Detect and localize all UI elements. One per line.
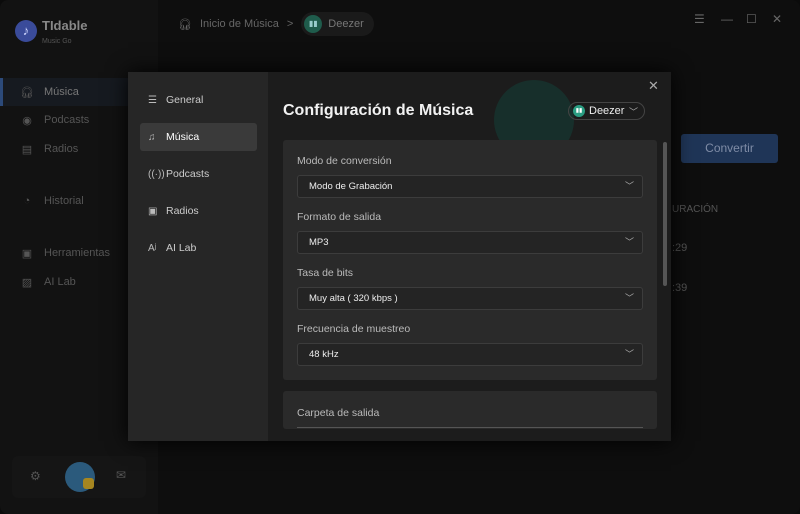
premium-badge-icon bbox=[83, 478, 94, 489]
field-label: Tasa de bits bbox=[297, 267, 354, 279]
chevron-down-icon: ﹀ bbox=[628, 106, 638, 117]
tab-label: Música bbox=[166, 131, 200, 143]
podcast-icon: ◉ bbox=[22, 114, 32, 127]
sidebar-footer: ⚙ ✉ bbox=[12, 456, 146, 498]
bitrate-select[interactable]: Muy alta ( 320 kbps ) ﹀ bbox=[297, 287, 643, 310]
output-folder-label: Carpeta de salida bbox=[297, 407, 380, 419]
headphones-icon: 🎧︎ bbox=[20, 86, 34, 99]
sidebar-item-label: Herramientas bbox=[44, 247, 111, 259]
output-folder-input[interactable] bbox=[297, 427, 643, 429]
music-settings-card: Modo de conversión Modo de Grabación ﹀ Fo… bbox=[283, 140, 657, 380]
sidebar-item-label: AI Lab bbox=[44, 276, 76, 288]
radio-icon: ▤ bbox=[21, 143, 33, 156]
settings-tab-radios[interactable]: ▣ Radios bbox=[140, 197, 257, 225]
convert-button[interactable]: Convertir bbox=[681, 134, 778, 163]
gear-icon[interactable]: ⚙ bbox=[30, 469, 41, 483]
select-value: Modo de Grabación bbox=[309, 181, 393, 192]
track-duration: :29 bbox=[672, 242, 688, 254]
podcast-icon: ((·)) bbox=[148, 168, 165, 180]
breadcrumb-separator: > bbox=[286, 18, 294, 30]
dialog-title: Configuración de Música bbox=[283, 102, 474, 119]
sample-rate-select[interactable]: 48 kHz ﹀ bbox=[297, 343, 643, 366]
breadcrumb-current-label: Deezer bbox=[328, 18, 364, 30]
select-value: Muy alta ( 320 kbps ) bbox=[309, 293, 398, 304]
settings-tab-podcasts[interactable]: ((·)) Podcasts bbox=[140, 160, 257, 188]
tab-label: Podcasts bbox=[166, 168, 210, 180]
select-value: 48 kHz bbox=[309, 349, 339, 360]
sidebar-item-label: Podcasts bbox=[44, 114, 90, 126]
settings-tab-general[interactable]: ☰ General bbox=[140, 86, 257, 114]
sliders-icon: ☰ bbox=[148, 94, 157, 106]
field-label: Frecuencia de muestreo bbox=[297, 323, 411, 335]
sidebar-item-label: Radios bbox=[44, 143, 79, 155]
track-duration: :39 bbox=[672, 282, 688, 294]
music-note-icon: ♫ bbox=[148, 131, 156, 143]
chevron-down-icon: ﹀ bbox=[624, 349, 634, 359]
tab-label: General bbox=[166, 94, 204, 106]
settings-tab-musica[interactable]: ♫ Música bbox=[140, 123, 257, 151]
image-icon: ▨ bbox=[21, 276, 33, 289]
app-window: ♪ TIdable Music Go 🎧︎ Música ◉ Podcasts ▤ R… bbox=[0, 0, 800, 514]
conversion-mode-select[interactable]: Modo de Grabación ﹀ bbox=[297, 175, 643, 198]
breadcrumb-current: ▮▮ Deezer bbox=[301, 12, 374, 36]
sidebar-item-label: Música bbox=[44, 86, 79, 98]
service-selector[interactable]: ▮▮ Deezer ﹀ bbox=[568, 102, 645, 120]
close-window-icon[interactable]: ✕ bbox=[772, 12, 782, 26]
deezer-icon: ▮▮ bbox=[304, 15, 323, 33]
minimize-icon[interactable]: — bbox=[721, 12, 733, 26]
deezer-icon: ▮▮ bbox=[573, 105, 585, 117]
field-label: Modo de conversión bbox=[297, 155, 392, 167]
app-name: TIdable bbox=[42, 18, 88, 33]
field-label: Formato de salida bbox=[297, 211, 382, 223]
select-value: MP3 bbox=[309, 237, 329, 248]
settings-dialog: ☰ General ♫ Música ((·)) Podcasts ▣ Radios A… bbox=[128, 72, 671, 441]
maximize-icon[interactable]: ☐ bbox=[746, 12, 757, 26]
mail-icon[interactable]: ✉ bbox=[116, 468, 126, 482]
chevron-down-icon: ﹀ bbox=[624, 293, 634, 303]
app-logo: ♪ bbox=[15, 20, 37, 42]
breadcrumb-home[interactable]: Inicio de Música bbox=[200, 18, 279, 30]
menu-icon[interactable]: ☰ bbox=[694, 12, 705, 26]
duration-column-header: URACIÓN bbox=[672, 204, 719, 215]
breadcrumb: 🎧︎ Inicio de Música > ▮▮ Deezer bbox=[178, 12, 374, 36]
chevron-down-icon: ﹀ bbox=[624, 181, 634, 191]
tab-label: Radios bbox=[166, 205, 199, 217]
service-label: Deezer bbox=[589, 105, 625, 117]
toolbox-icon: ▣ bbox=[21, 247, 33, 260]
tab-label: AI Lab bbox=[166, 242, 197, 254]
headphones-icon: 🎧︎ bbox=[178, 18, 192, 31]
radio-icon: ▣ bbox=[148, 205, 158, 217]
output-folder-card: Carpeta de salida bbox=[283, 391, 657, 429]
settings-tab-ai-lab[interactable]: Aʲ AI Lab bbox=[140, 234, 257, 262]
app-subtitle: Music Go bbox=[42, 38, 72, 45]
settings-nav: ☰ General ♫ Música ((·)) Podcasts ▣ Radios A… bbox=[128, 72, 268, 441]
sidebar-item-label: Historial bbox=[44, 195, 84, 207]
clock-icon: ◔ bbox=[23, 195, 31, 207]
chevron-down-icon: ﹀ bbox=[624, 237, 634, 247]
output-format-select[interactable]: MP3 ﹀ bbox=[297, 231, 643, 254]
scrollbar[interactable] bbox=[663, 142, 667, 286]
close-icon[interactable]: ✕ bbox=[648, 78, 659, 94]
ai-icon: Aʲ bbox=[148, 242, 157, 254]
